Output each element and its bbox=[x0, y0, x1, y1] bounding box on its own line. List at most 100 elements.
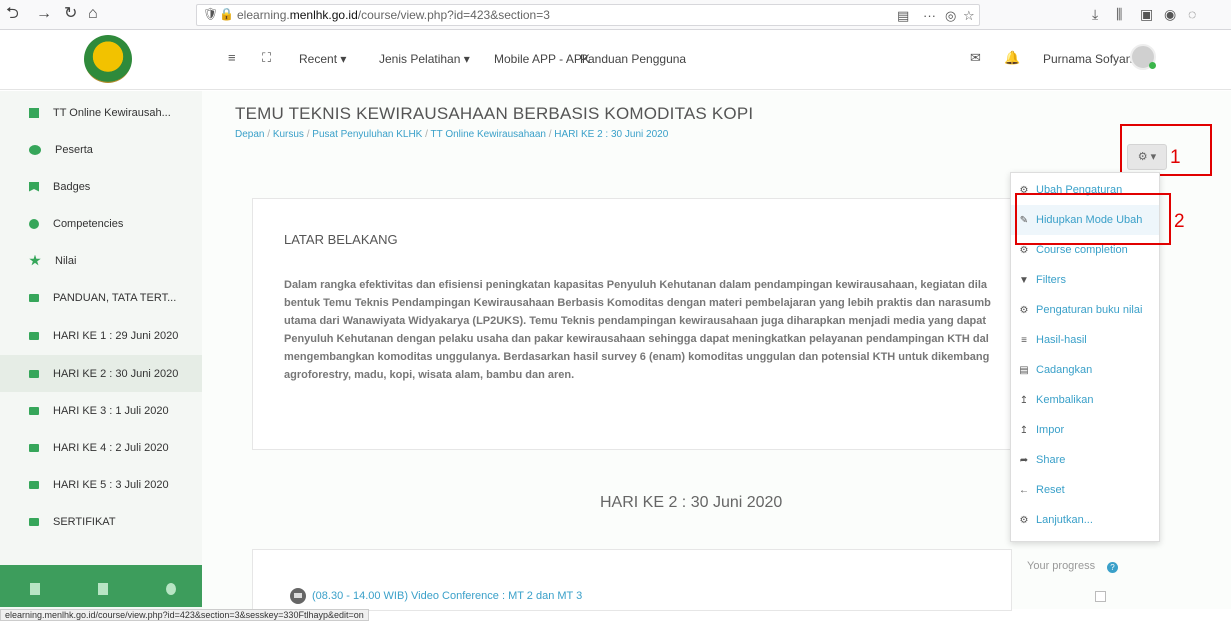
sidebar-item-label: HARI KE 3 : 1 Juli 2020 bbox=[53, 404, 169, 417]
help-icon[interactable]: ? bbox=[1107, 562, 1118, 573]
sidebar-item-hari-5[interactable]: HARI KE 5 : 3 Juli 2020 bbox=[0, 466, 202, 503]
download-icon[interactable]: ⤓ bbox=[1092, 6, 1098, 23]
summary-line: agroforestry, madu, kopi, wisata alam, b… bbox=[284, 369, 575, 381]
menu-item-label: Course completion bbox=[1036, 244, 1128, 256]
sidebar-item-label: Competencies bbox=[53, 217, 124, 230]
site-logo[interactable] bbox=[84, 35, 132, 83]
arrow-left-icon: ← bbox=[1019, 484, 1029, 496]
menu-recent[interactable]: Recent ▾ bbox=[299, 52, 346, 66]
online-status-dot bbox=[1149, 62, 1156, 69]
section-title: HARI KE 2 : 30 Juni 2020 bbox=[600, 494, 783, 511]
sidebar-item-badges[interactable]: Badges bbox=[0, 168, 202, 205]
file-icon[interactable] bbox=[30, 583, 40, 595]
sidebar-item-label: HARI KE 5 : 3 Juli 2020 bbox=[53, 478, 169, 491]
sidebar-item-peserta[interactable]: Peserta bbox=[0, 131, 202, 168]
annotation-number: 1 bbox=[1170, 147, 1181, 168]
sidebar-item-competencies[interactable]: Competencies bbox=[0, 205, 202, 242]
summary-line: Dalam rangka efektivitas dan efisiensi p… bbox=[284, 279, 988, 291]
folder-icon bbox=[29, 517, 39, 526]
sidebar-item-hari-3[interactable]: HARI KE 3 : 1 Juli 2020 bbox=[0, 392, 202, 429]
fullscreen-icon[interactable]: ⛶ bbox=[262, 50, 271, 66]
activity-link[interactable]: (08.30 - 14.00 WIB) Video Conference : M… bbox=[290, 588, 582, 604]
star-icon bbox=[29, 254, 41, 266]
breadcrumb-item[interactable]: Pusat Penyuluhan KLHK bbox=[312, 129, 422, 140]
folder-icon bbox=[29, 369, 39, 378]
page-title: TEMU TEKNIS KEWIRAUSAHAAN BERBASIS KOMOD… bbox=[235, 104, 754, 123]
page-actions-icon[interactable]: ··· bbox=[923, 8, 936, 23]
sidebar-item-label: HARI KE 2 : 30 Juni 2020 bbox=[53, 367, 179, 380]
sidebar-item-label: Peserta bbox=[55, 143, 93, 156]
check-circle-icon bbox=[29, 218, 39, 229]
annotation-box-1 bbox=[1120, 124, 1212, 176]
pocket-icon[interactable]: ◎ bbox=[945, 8, 956, 24]
breadcrumb-item[interactable]: Depan bbox=[235, 129, 264, 140]
sidebar-item-course[interactable]: TT Online Kewirausah... bbox=[0, 94, 202, 131]
annotation-box-2 bbox=[1015, 193, 1171, 245]
menu-item-filters[interactable]: ▼ Filters bbox=[1011, 265, 1159, 295]
hamburger-menu-icon[interactable]: ≡ bbox=[228, 50, 236, 65]
menu-item-lanjutkan[interactable]: ⚙ Lanjutkan... bbox=[1011, 505, 1159, 535]
summary-line: utama dari Wanawiyata Widyakarya (LP2UKS… bbox=[284, 315, 987, 327]
forward-icon[interactable]: → bbox=[36, 4, 52, 24]
sidebar-item-hari-4[interactable]: HARI KE 4 : 2 Juli 2020 bbox=[0, 429, 202, 466]
gear-icon: ⚙ bbox=[1019, 244, 1029, 256]
sidebar-item-label: TT Online Kewirausah... bbox=[53, 106, 171, 119]
shield-icon[interactable]: 🛡 bbox=[203, 7, 218, 21]
breadcrumb-item[interactable]: Kursus bbox=[273, 129, 304, 140]
breadcrumb-item[interactable]: TT Online Kewirausahaan bbox=[431, 129, 546, 140]
url-text: elearning.menlhk.go.id/course/view.php?i… bbox=[237, 8, 550, 22]
menu-item-cadangkan[interactable]: ▤ Cadangkan bbox=[1011, 355, 1159, 385]
menu-panduan-pengguna[interactable]: Panduan Pengguna bbox=[580, 52, 686, 66]
list-icon: ≡ bbox=[1021, 334, 1027, 346]
annotation-number: 2 bbox=[1174, 211, 1185, 232]
settings-cogs-icon[interactable] bbox=[166, 583, 176, 595]
bookmark-star-icon[interactable]: ☆ bbox=[963, 8, 975, 24]
gear-icon: ⚙ bbox=[1019, 514, 1029, 526]
library-icon[interactable]: ⫼ bbox=[1116, 6, 1122, 23]
reader-view-icon[interactable]: ▤ bbox=[897, 8, 909, 24]
sidebar-item-label: Nilai bbox=[55, 254, 77, 267]
filter-icon: ▼ bbox=[1019, 274, 1029, 286]
menu-item-share[interactable]: ➦ Share bbox=[1011, 445, 1159, 475]
menu-item-label: Cadangkan bbox=[1036, 364, 1093, 376]
menu-item-hasil-hasil[interactable]: ≡ Hasil-hasil bbox=[1011, 325, 1159, 355]
course-icon bbox=[29, 107, 39, 118]
sidebar-toggle-icon[interactable]: ▣ bbox=[1140, 6, 1153, 23]
home-icon[interactable]: ⌂ bbox=[88, 4, 98, 24]
menu-item-reset[interactable]: ← Reset bbox=[1011, 475, 1159, 505]
sidebar-item-label: HARI KE 1 : 29 Juni 2020 bbox=[53, 329, 179, 342]
sidebar-item-nilai[interactable]: Nilai bbox=[0, 242, 202, 279]
menu-item-label: Impor bbox=[1036, 424, 1065, 436]
sidebar-item-hari-2[interactable]: HARI KE 2 : 30 Juni 2020 bbox=[0, 355, 202, 392]
archive-icon[interactable] bbox=[98, 583, 108, 595]
menu-mobile-app[interactable]: Mobile APP - APK bbox=[494, 52, 590, 66]
lock-icon[interactable]: 🔒 bbox=[219, 7, 234, 21]
notifications-bell-icon[interactable]: 🔔 bbox=[1004, 50, 1020, 66]
summary-line: Penyuluh Kehutanan dengan pelaku usaha d… bbox=[284, 333, 989, 345]
menu-item-label: Reset bbox=[1036, 484, 1065, 496]
reload-icon[interactable]: ↻ bbox=[64, 4, 77, 24]
sidebar-item-sertifikat[interactable]: SERTIFIKAT bbox=[0, 503, 202, 540]
menu-item-impor[interactable]: ↥ Impor bbox=[1011, 415, 1159, 445]
messages-icon[interactable]: ✉ bbox=[970, 50, 981, 66]
folder-icon bbox=[29, 480, 39, 489]
folder-icon bbox=[29, 406, 39, 415]
account-icon[interactable]: ◉ bbox=[1164, 6, 1176, 23]
sidebar-item-panduan[interactable]: PANDUAN, TATA TERT... bbox=[0, 279, 202, 316]
progress-label: Your progress bbox=[1027, 560, 1096, 572]
breadcrumb-item[interactable]: HARI KE 2 : 30 Juni 2020 bbox=[554, 129, 668, 140]
back-icon[interactable]: ⮌ bbox=[6, 4, 19, 24]
menu-item-pengaturan-buku-nilai[interactable]: ⚙ Pengaturan buku nilai bbox=[1011, 295, 1159, 325]
extension-icon[interactable]: ◌ bbox=[1188, 6, 1196, 22]
sidebar-item-label: SERTIFIKAT bbox=[53, 515, 116, 528]
menu-item-kembalikan[interactable]: ↥ Kembalikan bbox=[1011, 385, 1159, 415]
sidebar-item-hari-1[interactable]: HARI KE 1 : 29 Juni 2020 bbox=[0, 317, 202, 354]
gear-icon: ⚙ bbox=[1019, 304, 1029, 316]
address-bar[interactable]: 🛡 🔒 elearning.menlhk.go.id/course/view.p… bbox=[196, 4, 980, 26]
upload-icon: ↥ bbox=[1019, 424, 1029, 436]
file-icon: ▤ bbox=[1019, 364, 1029, 376]
menu-jenis-pelatihan[interactable]: Jenis Pelatihan ▾ bbox=[379, 52, 470, 66]
user-name[interactable]: Purnama Sofyan bbox=[1043, 52, 1132, 66]
share-icon: ➦ bbox=[1019, 454, 1029, 466]
completion-checkbox[interactable] bbox=[1095, 591, 1106, 602]
